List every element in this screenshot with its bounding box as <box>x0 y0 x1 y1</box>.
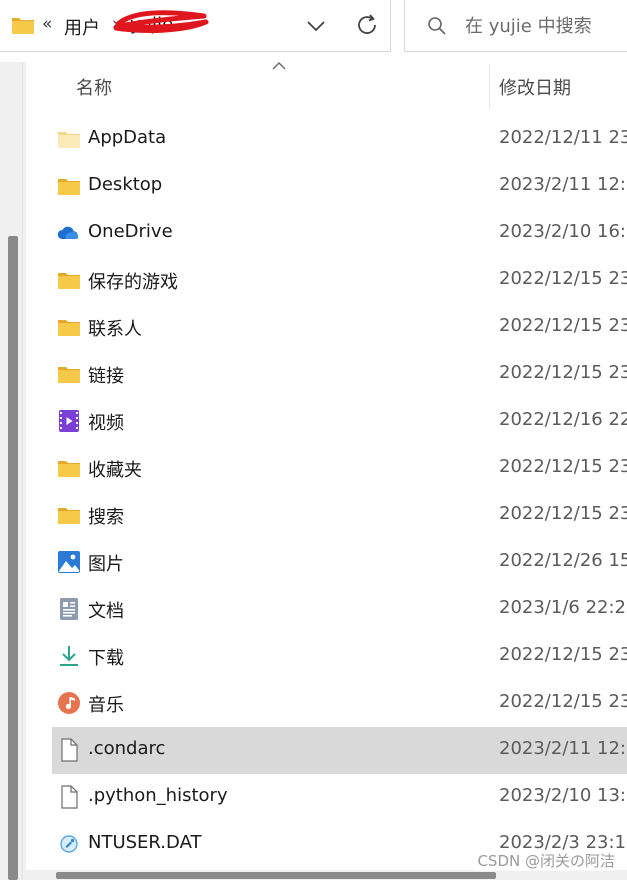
file-name: OneDrive <box>88 221 173 242</box>
list-item[interactable]: 视频 2022/12/16 22 <box>26 398 627 445</box>
folder-light-icon <box>57 127 81 151</box>
watermark: CSDN @闭关の阿洁 <box>477 850 615 871</box>
folder-icon <box>57 268 81 292</box>
file-name: 保存的游戏 <box>88 272 178 293</box>
file-name: AppData <box>88 127 167 148</box>
overflow-chevron[interactable]: « <box>42 14 52 34</box>
file-modified-date: 2022/12/26 15 <box>499 550 627 571</box>
file-modified-date: 2023/1/6 22:2 <box>499 597 626 618</box>
list-item[interactable]: OneDrive 2023/2/10 16:5 <box>26 210 627 257</box>
document-icon <box>57 597 81 621</box>
file-modified-date: 2022/12/11 23 <box>499 127 627 148</box>
file-modified-date: 2023/2/11 12:5 <box>499 738 627 759</box>
address-dropdown-chevron-icon[interactable] <box>304 14 328 38</box>
search-input[interactable] <box>463 12 627 40</box>
file-name: 链接 <box>88 366 124 387</box>
file-name: .condarc <box>88 738 166 759</box>
list-item-selected[interactable]: .condarc 2023/2/11 12:5 <box>52 727 627 774</box>
column-resize-handle[interactable] <box>489 64 490 108</box>
file-name: 音乐 <box>88 695 124 716</box>
list-item[interactable]: 联系人 2022/12/15 23 <box>26 304 627 351</box>
file-name: 图片 <box>88 554 124 575</box>
refresh-icon[interactable] <box>354 12 380 38</box>
title-bar: « 用户 › yujie <box>0 0 627 62</box>
folder-icon <box>57 315 81 339</box>
list-item[interactable]: 下载 2022/12/15 23 <box>26 633 627 680</box>
horizontal-scrollbar-thumb[interactable] <box>56 872 496 879</box>
file-modified-date: 2023/2/10 16:5 <box>499 221 627 242</box>
download-icon <box>57 644 81 668</box>
file-modified-date: 2022/12/15 23 <box>499 644 627 665</box>
file-modified-date: 2022/12/15 23 <box>499 362 627 383</box>
list-item[interactable]: 保存的游戏 2022/12/15 23 <box>26 257 627 304</box>
file-modified-date: 2022/12/15 23 <box>499 268 627 289</box>
navigation-pane-edge <box>0 62 26 880</box>
list-item[interactable]: 收藏夹 2022/12/15 23 <box>26 445 627 492</box>
file-name: 下载 <box>88 648 124 669</box>
file-modified-date: 2022/12/15 23 <box>499 456 627 477</box>
music-icon <box>57 691 81 715</box>
column-header-name[interactable]: 名称 <box>76 74 112 100</box>
file-name: 联系人 <box>88 319 142 340</box>
file-modified-date: 2022/12/15 23 <box>499 503 627 524</box>
list-item[interactable]: 链接 2022/12/15 23 <box>26 351 627 398</box>
cloud-icon <box>57 221 81 245</box>
folder-icon <box>11 15 35 35</box>
file-list: AppData 2022/12/11 23 Desktop 2023/2/11 … <box>26 116 627 868</box>
redaction-scribble <box>112 6 210 36</box>
file-name: Desktop <box>88 174 163 195</box>
video-icon <box>57 409 81 433</box>
picture-icon <box>57 550 81 574</box>
file-modified-date: 2023/2/10 13:5 <box>499 785 627 806</box>
folder-icon <box>57 362 81 386</box>
file-modified-date: 2022/12/15 23 <box>499 315 627 336</box>
vertical-scrollbar-thumb[interactable] <box>8 236 18 880</box>
file-name: 搜索 <box>88 507 124 528</box>
file-icon <box>57 738 81 762</box>
column-header: 名称 修改日期 <box>26 62 627 110</box>
file-name: .python_history <box>88 785 228 806</box>
breadcrumb-users[interactable]: 用户 <box>64 14 100 40</box>
horizontal-scrollbar[interactable] <box>26 870 627 880</box>
address-bar[interactable]: « 用户 › yujie <box>0 0 391 52</box>
list-item[interactable]: 搜索 2022/12/15 23 <box>26 492 627 539</box>
list-item[interactable]: AppData 2022/12/11 23 <box>26 116 627 163</box>
pane-divider[interactable] <box>22 62 23 880</box>
system-file-icon <box>57 832 81 856</box>
column-header-date-modified[interactable]: 修改日期 <box>499 74 571 100</box>
file-name: 文档 <box>88 601 124 622</box>
search-box[interactable] <box>404 0 627 52</box>
file-name: NTUSER.DAT <box>88 832 202 853</box>
search-icon <box>427 16 447 36</box>
list-item[interactable]: 文档 2023/1/6 22:2 <box>26 586 627 633</box>
file-modified-date: 2022/12/16 22 <box>499 409 627 430</box>
file-modified-date: 2023/2/11 12:2 <box>499 174 627 195</box>
list-item[interactable]: 音乐 2022/12/15 23 <box>26 680 627 727</box>
file-name: 视频 <box>88 413 124 434</box>
file-icon <box>57 785 81 809</box>
file-modified-date: 2022/12/15 23 <box>499 691 627 712</box>
folder-icon <box>57 174 81 198</box>
list-item[interactable]: Desktop 2023/2/11 12:2 <box>26 163 627 210</box>
folder-icon <box>57 503 81 527</box>
folder-icon <box>57 456 81 480</box>
sort-ascending-icon <box>271 60 287 72</box>
file-name: 收藏夹 <box>88 460 142 481</box>
list-item[interactable]: 图片 2022/12/26 15 <box>26 539 627 586</box>
list-item[interactable]: .python_history 2023/2/10 13:5 <box>26 774 627 821</box>
